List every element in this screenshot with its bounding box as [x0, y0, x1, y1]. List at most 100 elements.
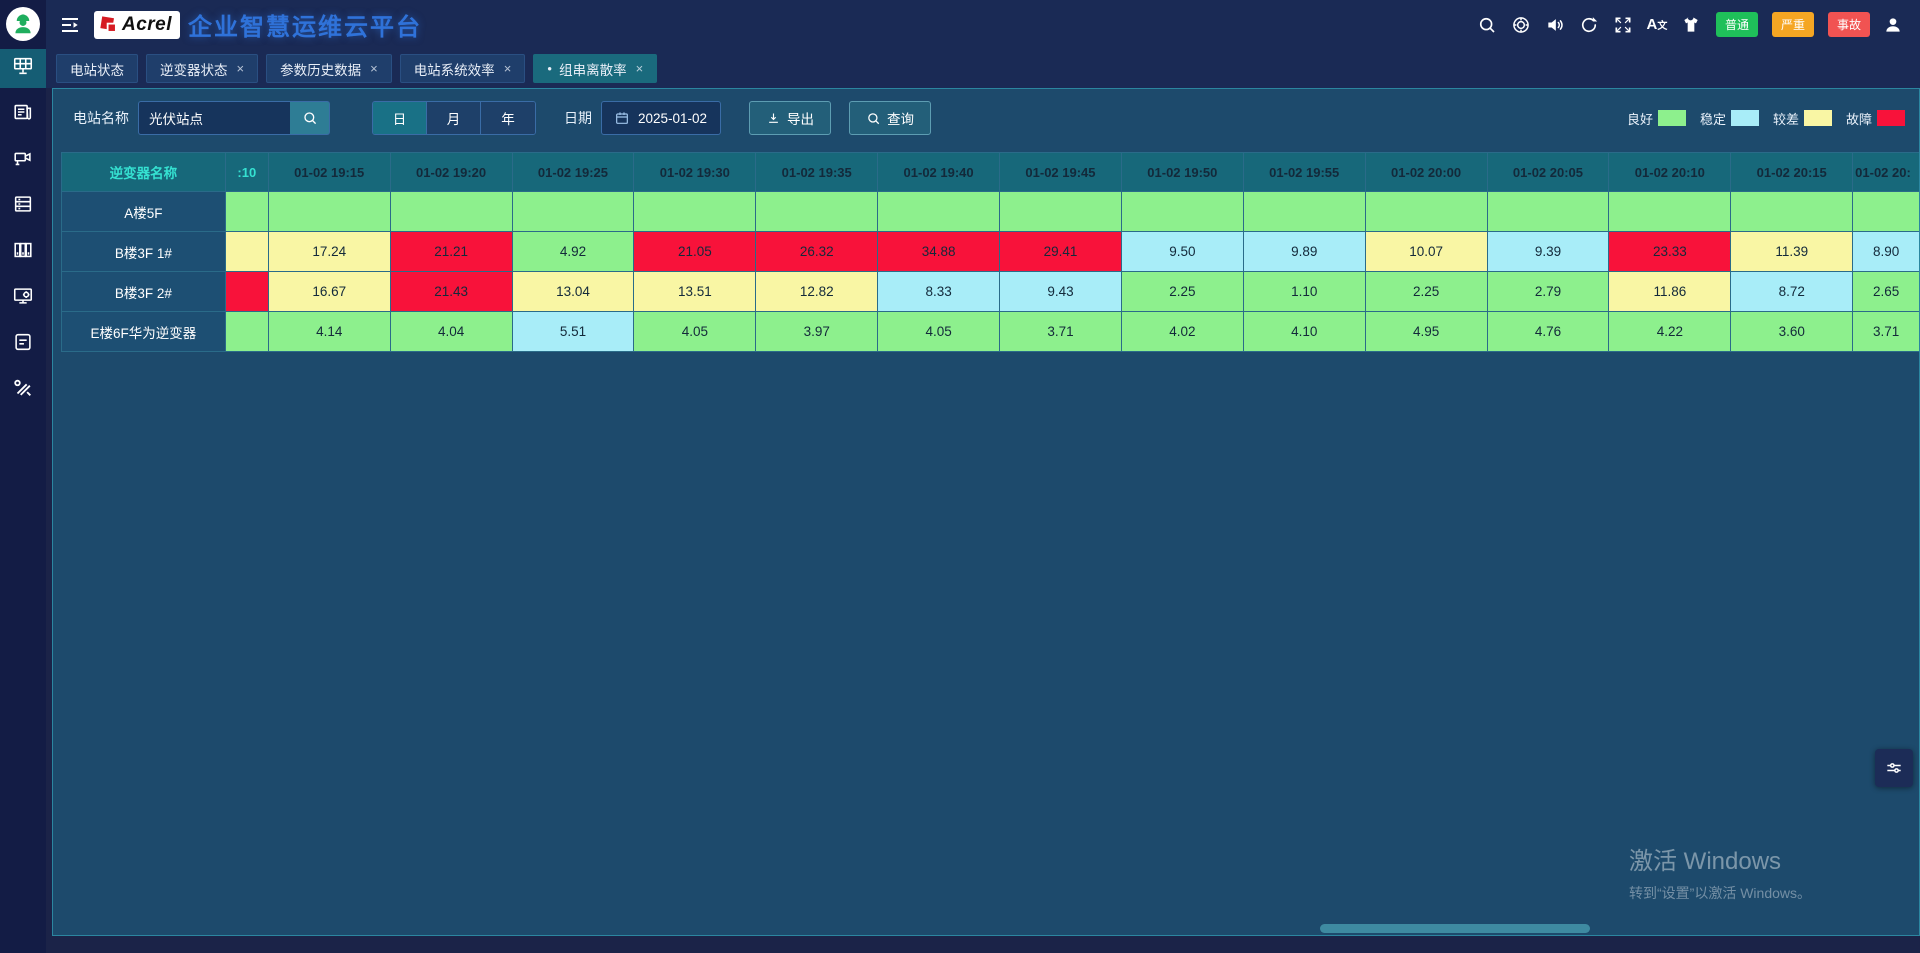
alarm-badges: 普通严重事故	[1702, 12, 1870, 37]
table-cell	[1244, 192, 1366, 232]
table-cell: 26.32	[756, 232, 878, 272]
menu-fold-icon[interactable]	[58, 13, 82, 37]
search-icon	[866, 111, 881, 126]
table-cell: 13.51	[634, 272, 756, 312]
table-cell: 29.41	[1000, 232, 1122, 272]
table-cell: 9.50	[1122, 232, 1244, 272]
column-header-time: 01-02 20:10	[1609, 152, 1731, 192]
column-header-time: 01-02 19:50	[1122, 152, 1244, 192]
date-picker[interactable]: 2025-01-02	[601, 101, 721, 135]
tab-station-status[interactable]: 电站状态	[56, 54, 138, 83]
tab-inverter-status[interactable]: 逆变器状态 ×	[146, 54, 258, 83]
table-cell: 10.07	[1366, 232, 1488, 272]
table-cell-clipped	[226, 272, 269, 312]
table-cell	[1731, 192, 1853, 232]
sidebar-item-document[interactable]	[0, 325, 46, 364]
column-header-time: 01-02 20:15	[1731, 152, 1853, 192]
period-year[interactable]: 年	[481, 102, 535, 134]
filter-bar: 电站名称 日月年 日期 2025-01-02 导出	[73, 101, 1905, 135]
refresh-icon[interactable]	[1578, 14, 1600, 36]
table-cell	[1609, 192, 1731, 232]
tab-string-discrete-rate[interactable]: ●组串离散率×	[533, 54, 657, 83]
user-avatar[interactable]	[6, 7, 40, 41]
date-value: 2025-01-02	[638, 111, 707, 126]
table-cell: 9.89	[1244, 232, 1366, 272]
sidebar-item-archive[interactable]	[0, 233, 46, 272]
input-search-button[interactable]	[290, 101, 330, 135]
table-cell	[1000, 192, 1122, 232]
table-cell: 4.10	[1244, 312, 1366, 352]
tab-bar: 电站状态逆变器状态×参数历史数据×电站系统效率×●组串离散率×	[46, 49, 1920, 88]
period-month[interactable]: 月	[427, 102, 481, 134]
sidebar-item-tools[interactable]	[0, 371, 46, 410]
table-cell: 3.71	[1000, 312, 1122, 352]
close-icon[interactable]: ×	[370, 61, 378, 76]
row-name: B楼3F 2#	[61, 272, 226, 312]
active-dot-icon: ●	[547, 65, 552, 73]
sidebar-item-solar-panel[interactable]	[0, 49, 46, 88]
table-cell: 34.88	[878, 232, 1000, 272]
sidebar-item-server[interactable]	[0, 187, 46, 226]
acrel-logo-icon	[98, 14, 120, 36]
tab-system-efficiency[interactable]: 电站系统效率 ×	[400, 54, 526, 83]
close-icon[interactable]: ×	[636, 61, 644, 76]
table-cell: 3.97	[756, 312, 878, 352]
legend-swatch-fault	[1877, 110, 1905, 126]
sidebar-item-monitor-gear[interactable]	[0, 279, 46, 318]
legend-item-poor: 较差	[1773, 109, 1832, 128]
table-cell: 4.22	[1609, 312, 1731, 352]
tab-label: 逆变器状态	[160, 59, 228, 79]
period-day[interactable]: 日	[373, 102, 427, 134]
table-cell: 1.10	[1244, 272, 1366, 312]
sidebar-item-news[interactable]	[0, 95, 46, 134]
solar-panel-icon	[12, 55, 34, 82]
station-name-input[interactable]	[138, 101, 290, 135]
table-cell: 21.05	[634, 232, 756, 272]
search-icon[interactable]	[1476, 14, 1498, 36]
sidebar-item-camera[interactable]	[0, 141, 46, 180]
legend-label: 稳定	[1700, 109, 1726, 128]
tab-param-history[interactable]: 参数历史数据×	[266, 54, 392, 83]
query-button[interactable]: 查询	[849, 101, 931, 135]
tools-icon	[12, 377, 34, 404]
export-button[interactable]: 导出	[749, 101, 831, 135]
column-header-time: 01-02 20:00	[1366, 152, 1488, 192]
table-cell: 4.14	[269, 312, 391, 352]
close-icon[interactable]: ×	[504, 61, 512, 76]
user-icon[interactable]	[1882, 14, 1904, 36]
close-icon[interactable]: ×	[237, 61, 245, 76]
table-cell	[269, 192, 391, 232]
server-icon	[12, 193, 34, 220]
station-name-label: 电站名称	[73, 108, 129, 128]
tab-label: 电站状态	[70, 59, 124, 79]
export-label: 导出	[787, 108, 814, 128]
alarm-badge-1[interactable]: 严重	[1772, 12, 1814, 37]
table-cell: 23.33	[1609, 232, 1731, 272]
translate-icon[interactable]: A文	[1646, 14, 1668, 36]
table-cell: 4.76	[1488, 312, 1610, 352]
table-cell: 3.60	[1731, 312, 1853, 352]
download-icon	[766, 111, 781, 126]
alarm-badge-2[interactable]: 事故	[1828, 12, 1870, 37]
table-cell	[1853, 192, 1919, 232]
table-cell: 4.04	[391, 312, 513, 352]
fullscreen-icon[interactable]	[1612, 14, 1634, 36]
row-name: E楼6F华为逆变器	[61, 312, 226, 352]
sound-icon[interactable]	[1544, 14, 1566, 36]
table-cell	[513, 192, 635, 232]
theme-icon[interactable]	[1680, 14, 1702, 36]
table-cell: 13.04	[513, 272, 635, 312]
table-settings-button[interactable]	[1875, 749, 1913, 787]
table-cell-clipped	[226, 232, 269, 272]
horizontal-scrollbar[interactable]	[1320, 924, 1590, 933]
table-cell-clipped	[226, 312, 269, 352]
column-header-time: 01-02 19:25	[513, 152, 635, 192]
table-cell	[634, 192, 756, 232]
column-header-time: 01-02 19:55	[1244, 152, 1366, 192]
table-row: E楼6F华为逆变器4.144.045.514.053.974.053.714.0…	[61, 312, 1919, 352]
alarm-badge-0[interactable]: 普通	[1716, 12, 1758, 37]
column-header-time: 01-02 20:05	[1488, 152, 1610, 192]
support-icon[interactable]	[1510, 14, 1532, 36]
logo-text: Acrel	[122, 14, 172, 36]
tab-label: 电站系统效率	[414, 59, 495, 79]
